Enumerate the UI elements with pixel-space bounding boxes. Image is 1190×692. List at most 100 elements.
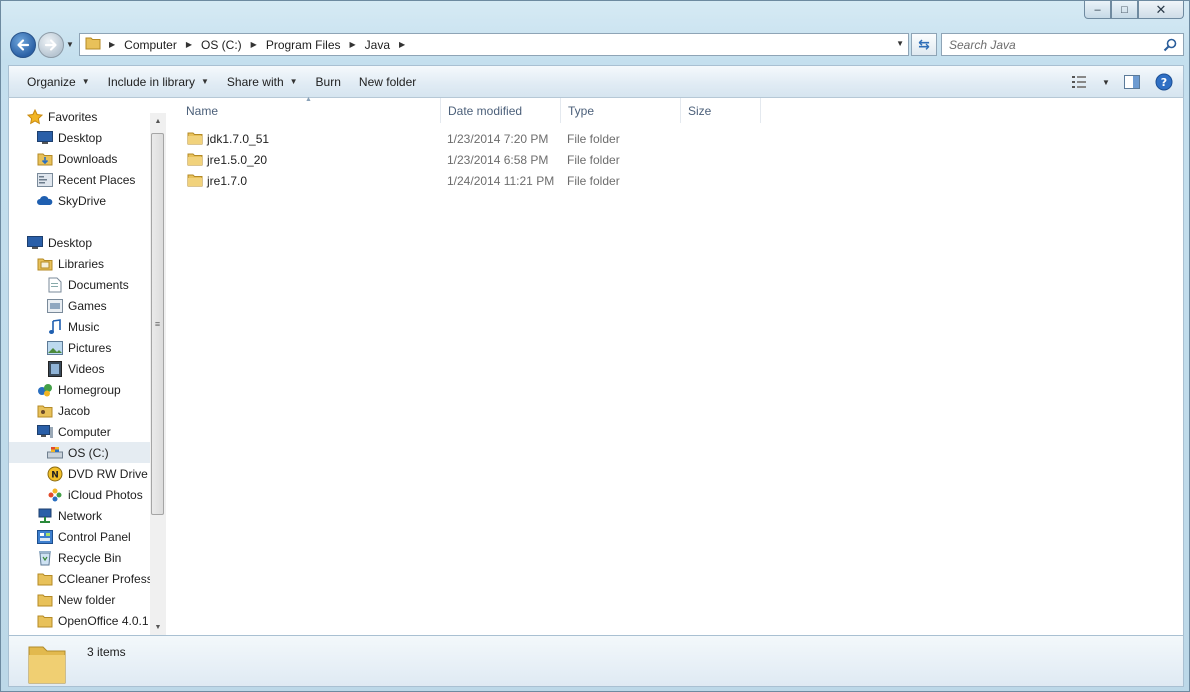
address-row: ▼ ▶ Computer ▶ OS (C:) ▶ Program Files ▶ Ja… [1,29,1189,61]
scrollbar-thumb[interactable]: ≡ [151,133,164,515]
column-header-date-modified[interactable]: Date modified [441,98,561,123]
nav-downloads[interactable]: Downloads [37,148,117,169]
documents-icon [47,277,63,293]
folder-icon [85,36,101,53]
window-controls: – □ ✕ [1084,1,1184,19]
nav-documents[interactable]: Documents [47,274,129,295]
nav-new-folder[interactable]: New folder [37,589,115,610]
nav-skydrive[interactable]: SkyDrive [37,190,106,211]
new-folder-button[interactable]: New folder [350,70,425,94]
nav-scrollbar[interactable]: ▲ ≡ ▼ [150,113,166,635]
svg-text:N: N [51,470,59,480]
refresh-icon: ⇆ [918,36,930,52]
details-pane: 3 items [8,635,1184,687]
column-header-type[interactable]: Type [561,98,681,123]
address-history-dropdown[interactable]: ▼ [896,39,904,48]
breadcrumb-item[interactable]: Program Files ▶ [265,38,364,52]
maximize-button[interactable]: □ [1111,1,1138,19]
close-button[interactable]: ✕ [1138,1,1184,19]
nav-network[interactable]: Network [37,505,102,526]
recent-places-icon [37,172,53,188]
organize-label: Organize [27,74,76,89]
forward-button[interactable] [38,32,64,58]
chevron-down-icon: ▼ [201,77,209,86]
breadcrumb-chevron-icon[interactable]: ▶ [399,40,405,49]
nav-label: DVD RW Drive ( [68,466,156,481]
nav-label: Desktop [48,235,93,250]
nav-desktop[interactable]: Desktop [27,232,92,253]
nav-label: OS (C:) [68,445,109,460]
pane-splitter[interactable] [166,98,168,635]
nav-label: Pictures [68,340,112,355]
icloud-photos-icon [47,487,63,503]
scroll-up-arrow-icon[interactable]: ▲ [150,113,166,129]
search-box[interactable] [941,33,1184,56]
search-icon[interactable] [1163,38,1177,55]
nav-label: Control Panel [58,529,131,544]
recent-pages-dropdown[interactable]: ▼ [66,40,74,49]
table-row[interactable]: jre1.5.0_20 1/23/2014 6:58 PM File folde… [169,150,769,171]
nav-desktop-favorite[interactable]: Desktop [37,127,102,148]
column-header-size[interactable]: Size [681,98,761,123]
nav-os-c-drive[interactable]: OS (C:) [9,442,150,463]
breadcrumb-chevron-icon[interactable]: ▶ [251,40,257,49]
nav-favorites[interactable]: Favorites [27,106,97,127]
change-view-button[interactable] [1069,71,1091,93]
nav-ccleaner-folder[interactable]: CCleaner Profess [37,568,153,589]
folder-icon [37,613,53,629]
item-count: 3 items [87,645,126,659]
back-button[interactable] [10,32,36,58]
preview-pane-button[interactable] [1121,71,1143,93]
folder-icon [187,131,203,148]
breadcrumb-root-arrow[interactable]: ▶ [101,40,123,49]
nav-recycle-bin[interactable]: Recycle Bin [37,547,121,568]
refresh-button[interactable]: ⇆ [911,33,937,56]
breadcrumb-item[interactable]: OS (C:) ▶ [200,38,265,52]
column-header-name[interactable]: Name [179,98,441,123]
breadcrumb-item[interactable]: Computer ▶ [123,38,200,52]
folder-icon [26,641,68,688]
nav-openoffice-folder[interactable]: OpenOffice 4.0.1 [37,610,149,631]
include-in-library-button[interactable]: Include in library ▼ [99,70,218,94]
control-panel-icon [37,529,53,545]
burn-label: Burn [315,74,341,89]
help-button[interactable]: ? [1153,71,1175,93]
user-folder-icon [37,403,53,419]
scroll-down-arrow-icon[interactable]: ▼ [150,619,166,635]
table-row[interactable]: jdk1.7.0_51 1/23/2014 7:20 PM File folde… [169,129,769,150]
breadcrumb-chevron-icon[interactable]: ▶ [186,40,192,49]
breadcrumb-chevron-icon[interactable]: ▶ [350,40,356,49]
nav-music[interactable]: Music [47,316,99,337]
share-with-button[interactable]: Share with ▼ [218,70,307,94]
nav-libraries[interactable]: Libraries [37,253,104,274]
nav-label: Computer [58,424,111,439]
nav-videos[interactable]: Videos [47,358,104,379]
nav-games[interactable]: Games [47,295,107,316]
file-type: File folder [567,132,620,146]
breadcrumb-item[interactable]: Java ▶ [364,38,414,52]
svg-text:?: ? [1161,76,1167,89]
network-icon [37,508,53,524]
nav-label: CCleaner Profess [58,571,153,586]
organize-button[interactable]: Organize ▼ [18,70,99,94]
preview-pane-icon [1124,75,1140,89]
share-with-label: Share with [226,74,284,89]
nav-recent-places[interactable]: Recent Places [37,169,135,190]
burn-button[interactable]: Burn [307,70,350,94]
nav-control-panel[interactable]: Control Panel [37,526,131,547]
search-input[interactable] [949,37,1159,52]
table-row[interactable]: jre1.7.0 1/24/2014 11:21 PM File folder [169,171,769,192]
nav-computer[interactable]: Computer [37,421,111,442]
nav-icloud-photos[interactable]: iCloud Photos [47,484,143,505]
explorer-window: – □ ✕ ▼ ▶ Computer ▶ OS (C:) ▶ Program Fil… [0,0,1190,692]
nav-label: Homegroup [58,382,121,397]
address-bar[interactable]: ▶ Computer ▶ OS (C:) ▶ Program Files ▶ Java… [79,33,909,56]
nav-dvd-drive[interactable]: N DVD RW Drive ( [47,463,155,484]
back-arrow-icon [17,39,30,51]
nav-homegroup[interactable]: Homegroup [37,379,121,400]
nav-pictures[interactable]: Pictures [47,337,111,358]
view-options-dropdown[interactable]: ▼ [1101,71,1111,93]
file-date: 1/23/2014 7:20 PM [447,132,549,146]
minimize-button[interactable]: – [1084,1,1111,19]
nav-jacob[interactable]: Jacob [37,400,90,421]
